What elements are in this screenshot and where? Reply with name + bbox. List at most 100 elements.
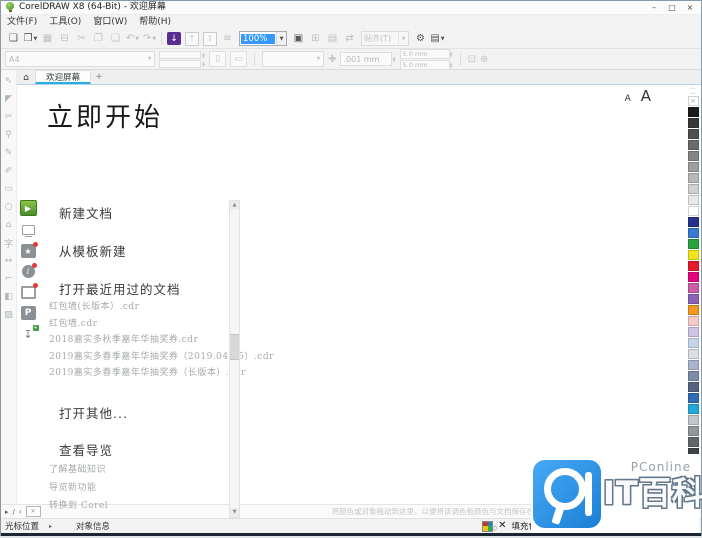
color-swatch-13[interactable] <box>687 250 699 260</box>
zoom-tool[interactable]: ⚲ <box>1 126 16 144</box>
new-document-link[interactable]: 新建文档 <box>59 203 113 222</box>
color-swatch-15[interactable] <box>687 272 699 282</box>
workspace-tab[interactable] <box>21 223 36 237</box>
units-combo[interactable]: ▼ <box>262 51 325 67</box>
save-button[interactable]: ▦ <box>40 31 55 46</box>
quick-customize-button[interactable]: ▤ ▼ <box>430 31 445 46</box>
color-swatch-1[interactable] <box>687 118 699 128</box>
color-swatch-17[interactable] <box>687 294 699 304</box>
shape-tool[interactable]: ◤ <box>1 90 16 108</box>
color-swatch-27[interactable] <box>687 404 699 414</box>
palette-scroll-left-icon[interactable]: ‹ <box>19 508 22 516</box>
palette-flyout-icon[interactable]: ▸ <box>5 508 9 516</box>
color-swatch-21[interactable] <box>687 338 699 348</box>
recent-file-link[interactable]: 红包墙.cdr <box>49 319 274 329</box>
paper-size-combo[interactable]: A4 ▼ <box>5 51 155 67</box>
smart-fill-tool[interactable]: ▨ <box>1 306 16 324</box>
color-swatch-20[interactable] <box>687 327 699 337</box>
font-smaller-button[interactable]: A <box>625 94 631 104</box>
open-button[interactable]: ❒ ▼ <box>23 31 38 46</box>
pick-tool[interactable]: ⇖ <box>1 72 16 90</box>
add-button[interactable]: ⊕ <box>480 54 488 65</box>
color-swatch-19[interactable] <box>687 316 699 326</box>
color-swatch-2[interactable] <box>687 129 699 139</box>
chevron-down-icon[interactable]: ▼ <box>152 36 156 42</box>
chevron-down-icon[interactable]: ▼ <box>398 32 408 45</box>
need-help-tab[interactable]: i <box>21 263 37 278</box>
minimize-icon[interactable]: – <box>645 2 663 14</box>
product-details-tab[interactable]: P <box>20 306 36 320</box>
close-icon[interactable]: × <box>681 2 699 14</box>
dimension-tool[interactable]: ↔ <box>1 252 16 270</box>
portrait-button[interactable]: ▯ <box>209 51 227 67</box>
show-guidelines-button[interactable]: ⇄ <box>342 31 357 46</box>
menu-item-2[interactable]: 窗口(W) <box>87 15 133 29</box>
color-swatch-6[interactable] <box>687 173 699 183</box>
treat-as-filled-button[interactable]: ⊡ <box>468 54 476 65</box>
tour-link[interactable]: 导览新功能 <box>49 484 108 493</box>
color-swatch-8[interactable] <box>687 195 699 205</box>
copy-button[interactable]: ❐ <box>91 31 106 46</box>
chevron-down-icon[interactable]: ▼ <box>135 36 139 42</box>
scrollbar-thumb[interactable] <box>230 334 239 360</box>
rectangle-tool[interactable]: ▭ <box>1 180 16 198</box>
open-other-link[interactable]: 打开其他... <box>59 403 128 422</box>
print-button[interactable]: ⊟ <box>57 31 72 46</box>
no-color-swatch[interactable]: ✕ <box>25 506 41 517</box>
import-button[interactable]: ↓ <box>167 32 181 45</box>
color-swatch-9[interactable] <box>687 206 699 216</box>
color-swatch-29[interactable] <box>687 426 699 436</box>
publish-pdf-button[interactable]: ⇧ <box>203 31 217 46</box>
color-swatch-16[interactable] <box>687 283 699 293</box>
polygon-tool[interactable]: ⌂ <box>1 216 16 234</box>
freehand-tool[interactable]: ✎ <box>1 144 16 162</box>
app-launcher-button[interactable]: ≡ <box>220 31 235 46</box>
landscape-button[interactable]: ▭ <box>230 51 248 67</box>
color-swatch-3[interactable] <box>687 140 699 150</box>
chevron-down-icon[interactable]: ▼ <box>276 32 286 45</box>
menu-item-1[interactable]: 工具(O) <box>43 15 87 29</box>
cut-button[interactable]: ✂ <box>74 31 89 46</box>
connector-tool[interactable]: ⌐ <box>1 270 16 288</box>
menu-item-3[interactable]: 帮助(H) <box>133 15 177 29</box>
home-icon[interactable]: ⌂ <box>17 71 35 84</box>
recent-file-link[interactable]: 2019嘉实多春季嘉年华抽奖券（2019.04.15）.cdr <box>49 352 274 362</box>
menu-item-0[interactable]: 文件(F) <box>1 15 43 29</box>
gallery-tab[interactable] <box>20 283 38 299</box>
nudge-field[interactable]: .001 mm <box>340 52 393 66</box>
color-swatch-12[interactable] <box>687 239 699 249</box>
color-swatch-5[interactable] <box>687 162 699 172</box>
artistic-media-tool[interactable]: ✐ <box>1 162 16 180</box>
ellipse-tool[interactable]: ○ <box>1 198 16 216</box>
color-swatch-0[interactable] <box>687 107 699 117</box>
chevron-down-icon[interactable]: ▼ <box>34 36 38 42</box>
fullscreen-preview-button[interactable]: ▣ <box>291 31 306 46</box>
recent-file-link[interactable]: 红包墙(长版本）.cdr <box>49 303 274 312</box>
paste-button[interactable]: ❏ <box>108 31 123 46</box>
duplicate-x-field[interactable]: 5.0 mm <box>399 48 450 59</box>
maximize-icon[interactable]: □ <box>663 2 681 14</box>
snap-to-combo[interactable]: 贴齐(T) ▼ <box>361 31 409 46</box>
text-tool[interactable]: 字 <box>1 234 16 252</box>
updates-tab[interactable]: ↧ + <box>21 325 39 341</box>
scroll-up-icon[interactable]: ▲ <box>230 201 239 210</box>
page-height-field[interactable] <box>159 59 201 68</box>
show-rulers-button[interactable]: ⊞ <box>308 31 323 46</box>
chevron-down-icon[interactable]: ▼ <box>441 36 445 42</box>
crop-tool[interactable]: ✂ <box>1 108 16 126</box>
color-swatch-4[interactable] <box>687 151 699 161</box>
options-button[interactable]: ⚙ <box>413 31 428 46</box>
page-dimensions[interactable]: ▲ ▼ ▲ ▼ <box>159 50 205 68</box>
recent-file-link[interactable]: 2019嘉实多春季嘉年华抽奖券（长版本）.cdr <box>49 369 274 378</box>
palette-eyedropper-icon[interactable]: ∕ <box>13 508 15 516</box>
font-larger-button[interactable]: A <box>641 87 651 105</box>
tour-link[interactable]: 了解基础知识 <box>49 466 108 475</box>
color-swatch-10[interactable] <box>687 217 699 227</box>
color-swatch-30[interactable] <box>687 437 699 447</box>
color-swatch-14[interactable] <box>687 261 699 271</box>
no-color-swatch[interactable]: ✕ <box>687 96 699 106</box>
color-swatch-22[interactable] <box>687 349 699 359</box>
recent-file-link[interactable]: 2018嘉实多秋季嘉年华抽奖券.cdr <box>49 336 274 345</box>
undo-button[interactable]: ↶ ▼ <box>125 31 140 46</box>
content-scrollbar[interactable]: ▲ ▼ <box>229 200 240 518</box>
